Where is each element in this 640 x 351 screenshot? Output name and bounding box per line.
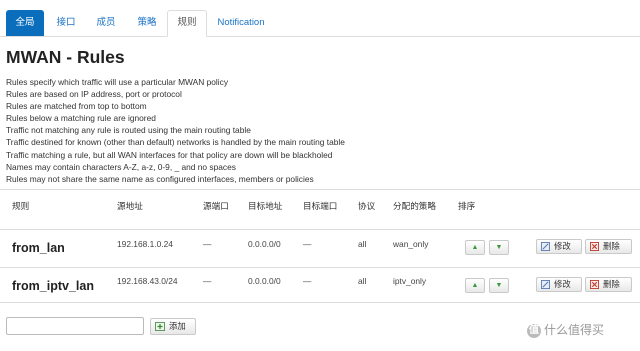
tab-rules[interactable]: 规则 bbox=[167, 10, 207, 37]
delete-icon bbox=[590, 280, 599, 289]
edit-button[interactable]: 修改 bbox=[536, 239, 582, 254]
new-rule-name-input[interactable] bbox=[6, 317, 144, 335]
rule-name: from_iptv_lan bbox=[12, 279, 94, 293]
edit-label: 修改 bbox=[554, 279, 571, 289]
add-button[interactable]: 添加 bbox=[150, 318, 196, 335]
policy: wan_only bbox=[393, 239, 429, 249]
delete-label: 删除 bbox=[603, 241, 620, 251]
description-line: Rules specify which traffic will use a p… bbox=[6, 77, 229, 87]
add-label: 添加 bbox=[169, 321, 186, 331]
description-line: Rules are based on IP address, port or p… bbox=[6, 89, 182, 100]
watermark: 值什么值得买 bbox=[527, 321, 604, 338]
proto: all bbox=[358, 239, 367, 249]
src-ip: 192.168.43.0/24 bbox=[117, 276, 178, 286]
col-header-sort: 排序 bbox=[458, 201, 476, 211]
proto: all bbox=[358, 276, 367, 286]
description-line: Rules are matched from top to bottom bbox=[6, 101, 147, 112]
col-header-src-port: 源端口 bbox=[203, 201, 229, 211]
col-header-src-ip: 源地址 bbox=[117, 201, 143, 211]
watermark-text: 什么值得买 bbox=[544, 323, 605, 337]
col-header-rule: 规则 bbox=[12, 201, 30, 211]
watermark-badge: 值 bbox=[527, 323, 541, 338]
edit-icon bbox=[541, 242, 550, 251]
row-divider bbox=[0, 302, 640, 303]
table-top-divider bbox=[0, 189, 640, 190]
tab-interfaces[interactable]: 接口 bbox=[45, 10, 87, 36]
move-down-button[interactable]: ▼ bbox=[489, 278, 509, 293]
dest-ip: 0.0.0.0/0 bbox=[248, 239, 281, 249]
edit-label: 修改 bbox=[554, 241, 571, 251]
tab-members[interactable]: 成员 bbox=[86, 10, 126, 36]
src-port: — bbox=[203, 239, 212, 249]
description-line: Names may contain characters A-Z, a-z, 0… bbox=[6, 161, 236, 172]
edit-icon bbox=[541, 280, 550, 289]
col-header-dest-port: 目标端口 bbox=[303, 201, 338, 211]
description-line: Rules may not share the same name as con… bbox=[6, 173, 314, 184]
tab-policies[interactable]: 策略 bbox=[127, 10, 167, 36]
table-row: from_iptv_lan 192.168.43.0/24 — 0.0.0.0/… bbox=[0, 268, 640, 302]
move-up-button[interactable]: ▲ bbox=[465, 278, 485, 293]
table-row: from_lan 192.168.1.0.24 — 0.0.0.0/0 — al… bbox=[0, 230, 640, 267]
tab-notification[interactable]: Notification bbox=[208, 10, 274, 36]
edit-button[interactable]: 修改 bbox=[536, 277, 582, 292]
dest-ip: 0.0.0.0/0 bbox=[248, 276, 281, 286]
tab-bar: 全局 接口 成员 策略 规则 Notification bbox=[0, 10, 640, 37]
dest-port: — bbox=[303, 276, 312, 286]
delete-icon bbox=[590, 242, 599, 251]
description: Rules specify which traffic will use a p… bbox=[6, 76, 345, 185]
rule-name: from_lan bbox=[12, 241, 65, 255]
description-line: Traffic destined for known (other than d… bbox=[6, 137, 345, 148]
move-up-button[interactable]: ▲ bbox=[465, 240, 485, 255]
dest-port: — bbox=[303, 239, 312, 249]
delete-label: 删除 bbox=[603, 279, 620, 289]
page-title: MWAN - Rules bbox=[6, 47, 125, 67]
description-line: Traffic not matching any rule is routed … bbox=[6, 125, 251, 136]
delete-button[interactable]: 删除 bbox=[585, 277, 632, 292]
src-ip: 192.168.1.0.24 bbox=[117, 239, 173, 249]
col-header-policy: 分配的策略 bbox=[393, 201, 436, 211]
policy: iptv_only bbox=[393, 276, 427, 286]
description-line: Traffic matching a rule, but all WAN int… bbox=[6, 149, 333, 160]
description-line: Rules below a matching rule are ignored bbox=[6, 113, 156, 124]
col-header-proto: 协议 bbox=[358, 201, 376, 211]
col-header-dest-ip: 目标地址 bbox=[248, 201, 283, 211]
move-down-button[interactable]: ▼ bbox=[489, 240, 509, 255]
delete-button[interactable]: 删除 bbox=[585, 239, 632, 254]
src-port: — bbox=[203, 276, 212, 286]
add-icon bbox=[155, 322, 165, 331]
tab-global[interactable]: 全局 bbox=[6, 10, 44, 36]
